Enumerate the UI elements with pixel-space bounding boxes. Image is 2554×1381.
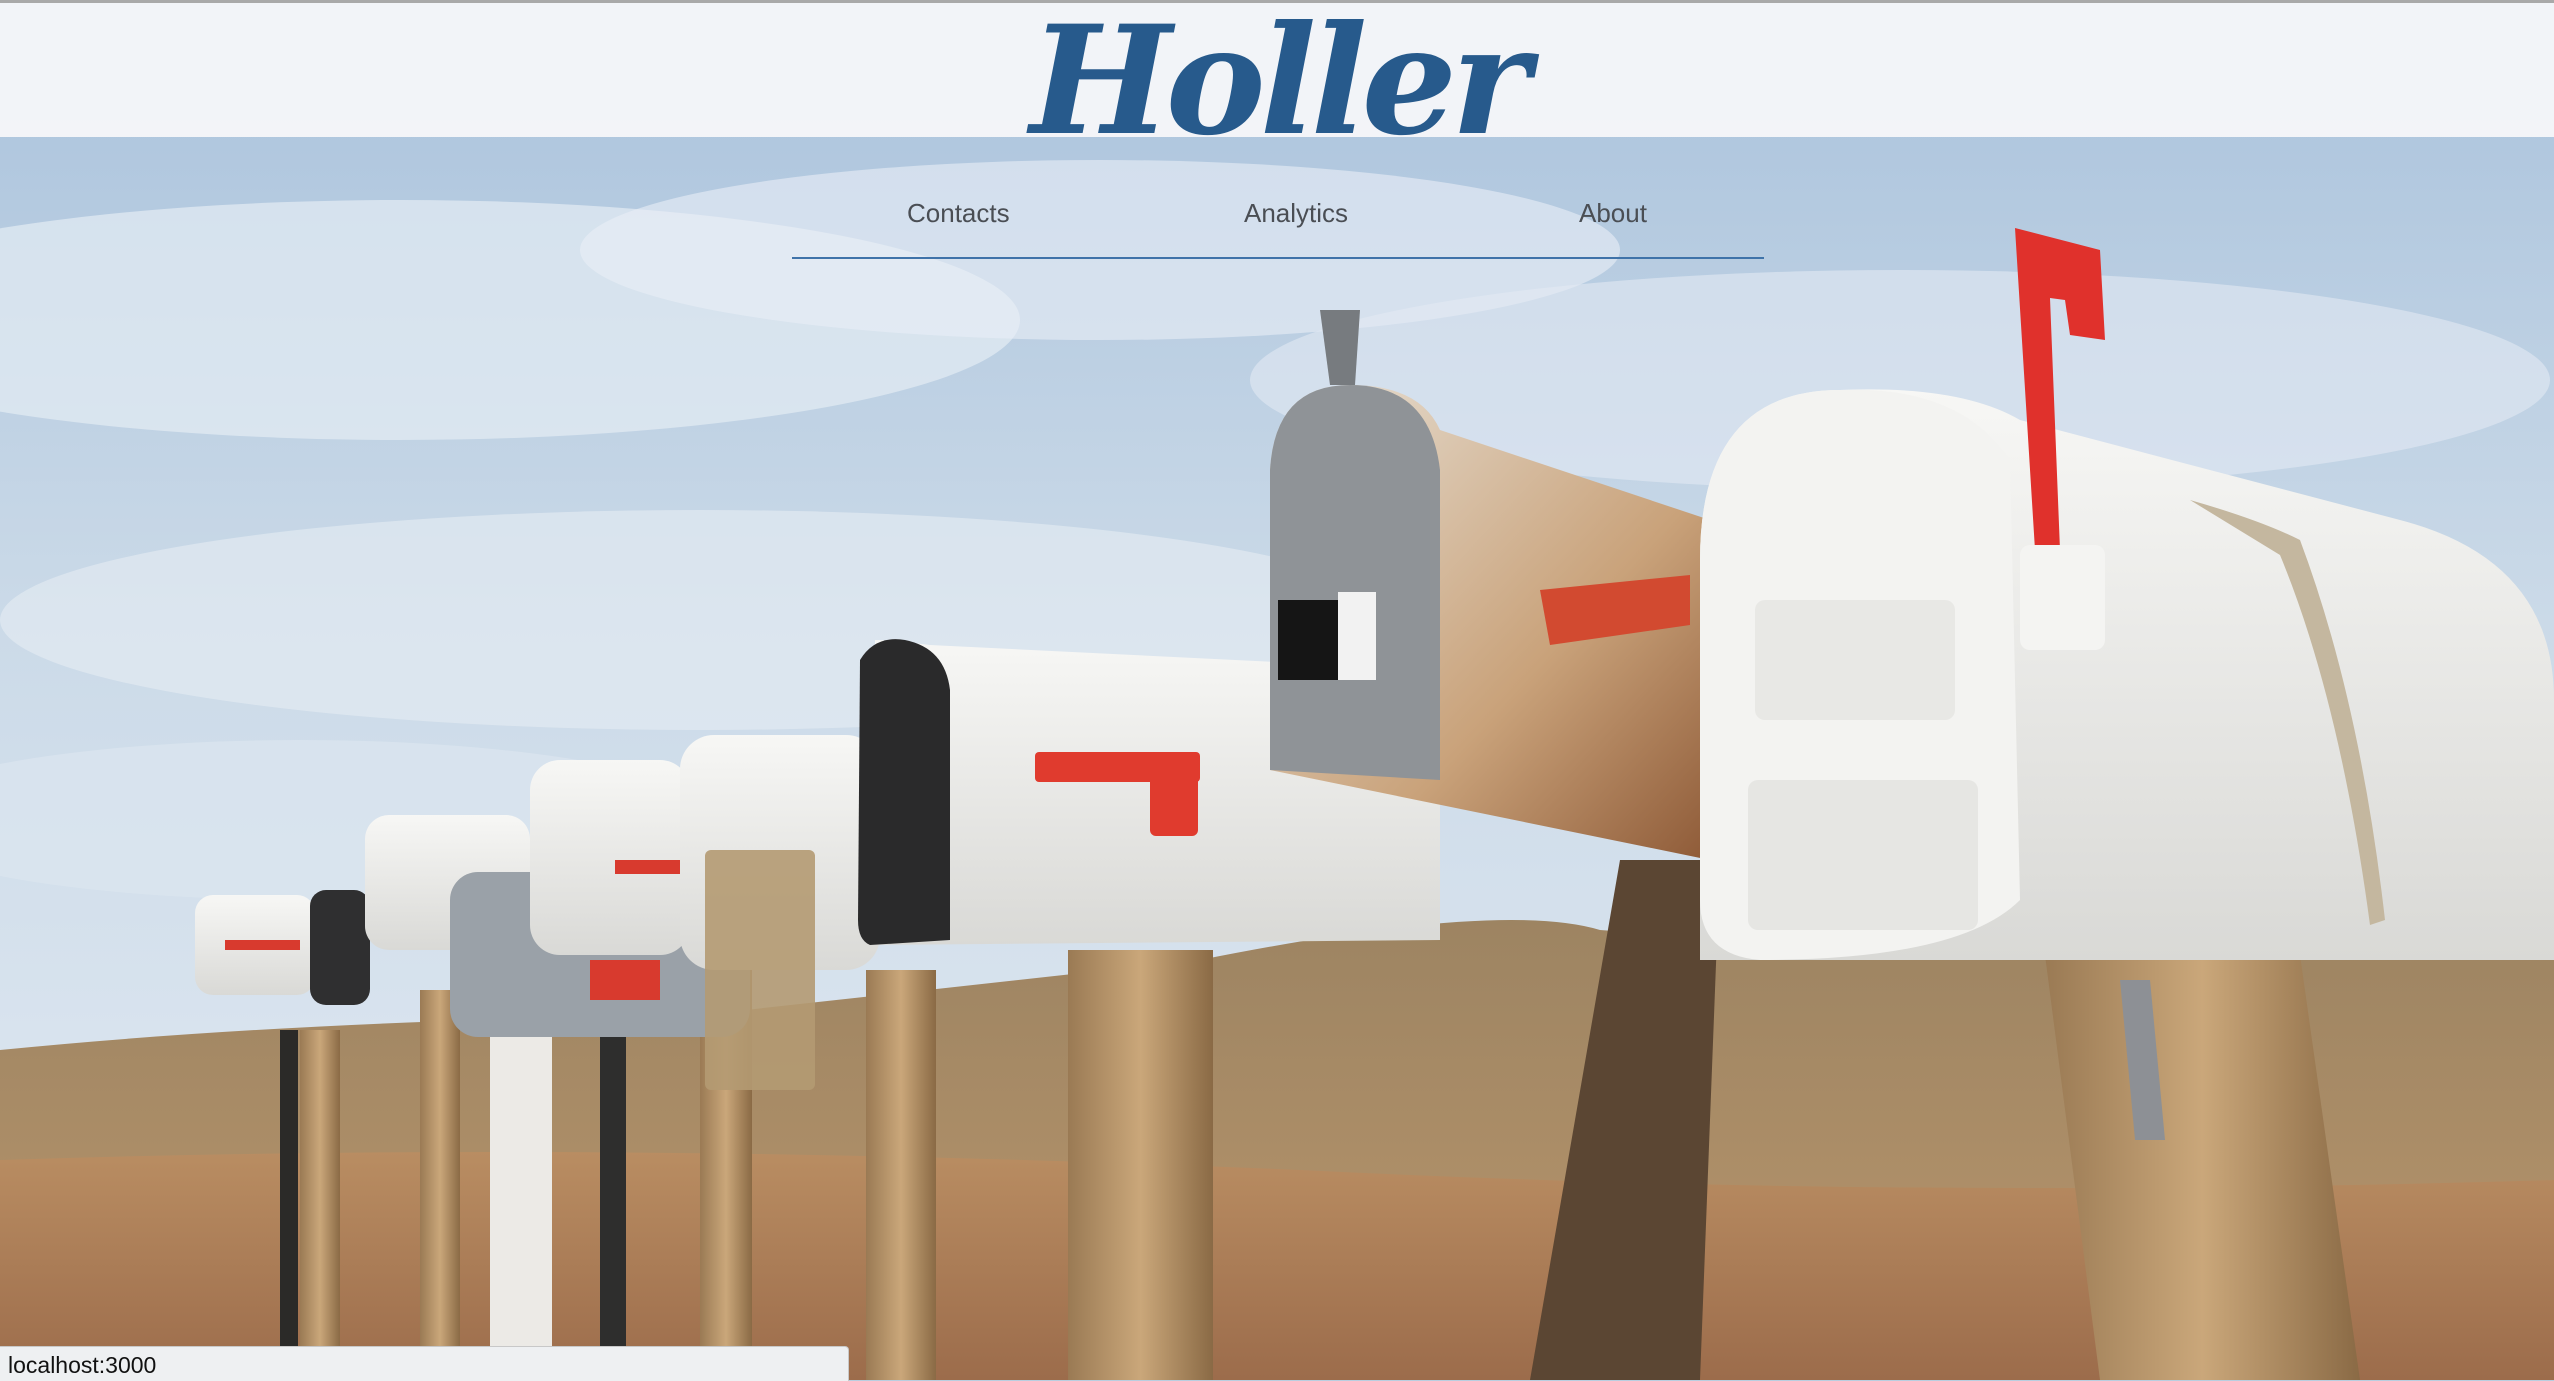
nav-link-about[interactable]: About (1579, 198, 1647, 229)
nav-link-analytics[interactable]: Analytics (1244, 198, 1348, 229)
main-navigation: Contacts Analytics About (792, 180, 1764, 259)
brand-logo[interactable]: Holler (0, 6, 2554, 156)
status-url: localhost:3000 (8, 1352, 157, 1378)
nav-link-contacts[interactable]: Contacts (907, 198, 1010, 229)
browser-status-bar: localhost:3000 (0, 1346, 849, 1381)
